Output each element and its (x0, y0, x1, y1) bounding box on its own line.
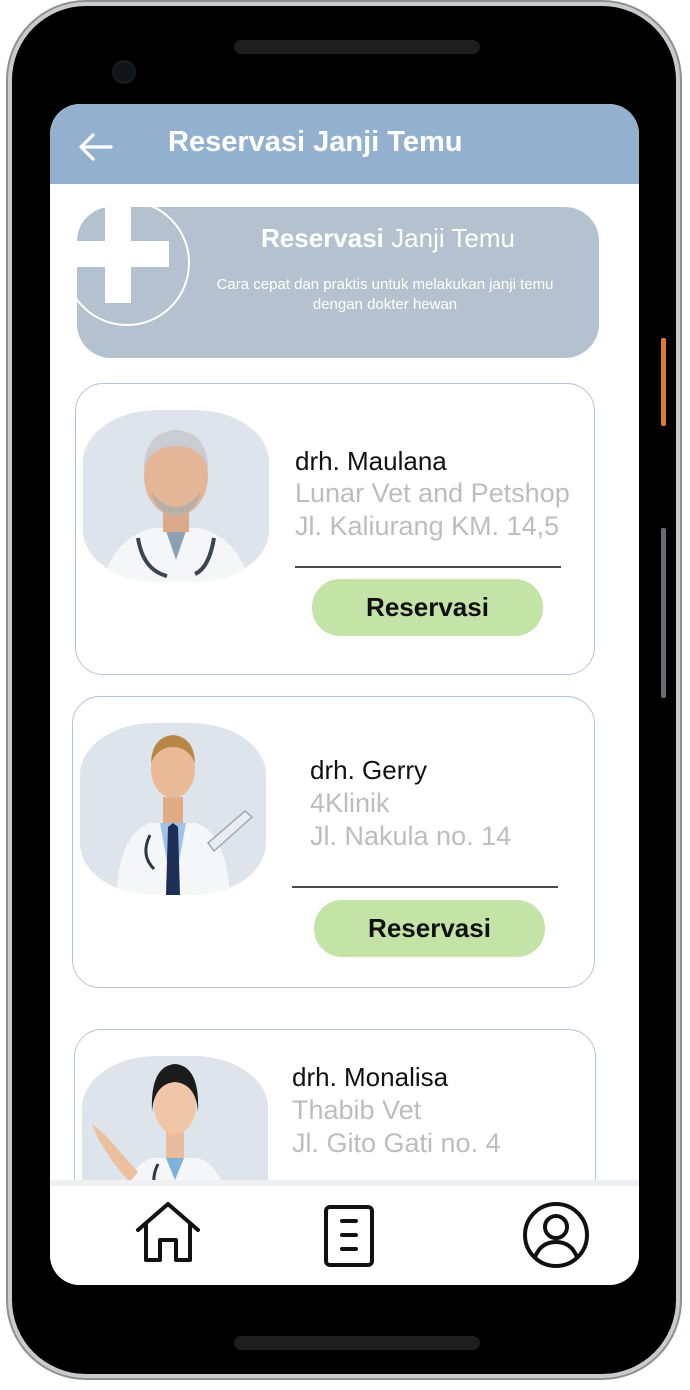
banner-title: Reservasi Janji Temu (177, 223, 599, 254)
profile-icon[interactable] (521, 1200, 591, 1270)
arrow-left-icon[interactable] (78, 132, 114, 162)
banner-title-bold: Reservasi (261, 223, 384, 253)
reservasi-button[interactable]: Reservasi (312, 579, 543, 636)
doctor-name: drh. Gerry (310, 755, 428, 785)
doctor-photo (83, 410, 269, 582)
doctor-address: Jl. Nakula no. 14 (310, 821, 512, 851)
banner-description: Cara cepat dan praktis untuk melakukan j… (216, 276, 554, 313)
card-divider (295, 566, 561, 568)
doctor-address: Jl. Gito Gati no. 4 (292, 1128, 501, 1158)
bottom-navigation (50, 1180, 639, 1285)
front-camera (112, 60, 136, 84)
document-list-icon[interactable] (322, 1204, 376, 1268)
doctor-photo (80, 723, 266, 895)
info-banner: Reservasi Janji Temu Cara cepat dan prak… (77, 207, 599, 358)
reservasi-button[interactable]: Reservasi (314, 900, 545, 957)
app-bar: Reservasi Janji Temu (50, 104, 639, 184)
page-title: Reservasi Janji Temu (168, 126, 463, 158)
doctor-name: drh. Monalisa (292, 1062, 449, 1092)
doctor-address: Jl. Kaliurang KM. 14,5 (295, 511, 560, 541)
doctor-card: drh. Maulana Lunar Vet and Petshop Jl. K… (75, 383, 595, 675)
doctor-clinic: Lunar Vet and Petshop (295, 478, 570, 508)
doctor-clinic: 4Klinik (310, 788, 390, 818)
scroll-content[interactable]: Reservasi Janji Temu Cara cepat dan prak… (50, 184, 639, 1180)
volume-button (661, 528, 666, 698)
doctor-card: drh. Gerry 4Klinik Jl. Nakula no. 14 Res… (72, 696, 595, 988)
banner-title-rest: Janji Temu (383, 223, 515, 253)
card-divider (292, 886, 558, 888)
doctor-clinic: Thabib Vet (292, 1095, 422, 1125)
app-screen: Reservasi Janji Temu Reservasi Janji Tem… (50, 104, 639, 1285)
top-speaker (234, 40, 480, 54)
doctor-card: drh. Monalisa Thabib Vet Jl. Gito Gati n… (74, 1029, 596, 1180)
power-button (661, 338, 666, 426)
doctor-name: drh. Maulana (295, 446, 447, 476)
bottom-speaker (234, 1336, 480, 1350)
doctor-photo (82, 1056, 268, 1180)
home-icon[interactable] (134, 1198, 202, 1266)
